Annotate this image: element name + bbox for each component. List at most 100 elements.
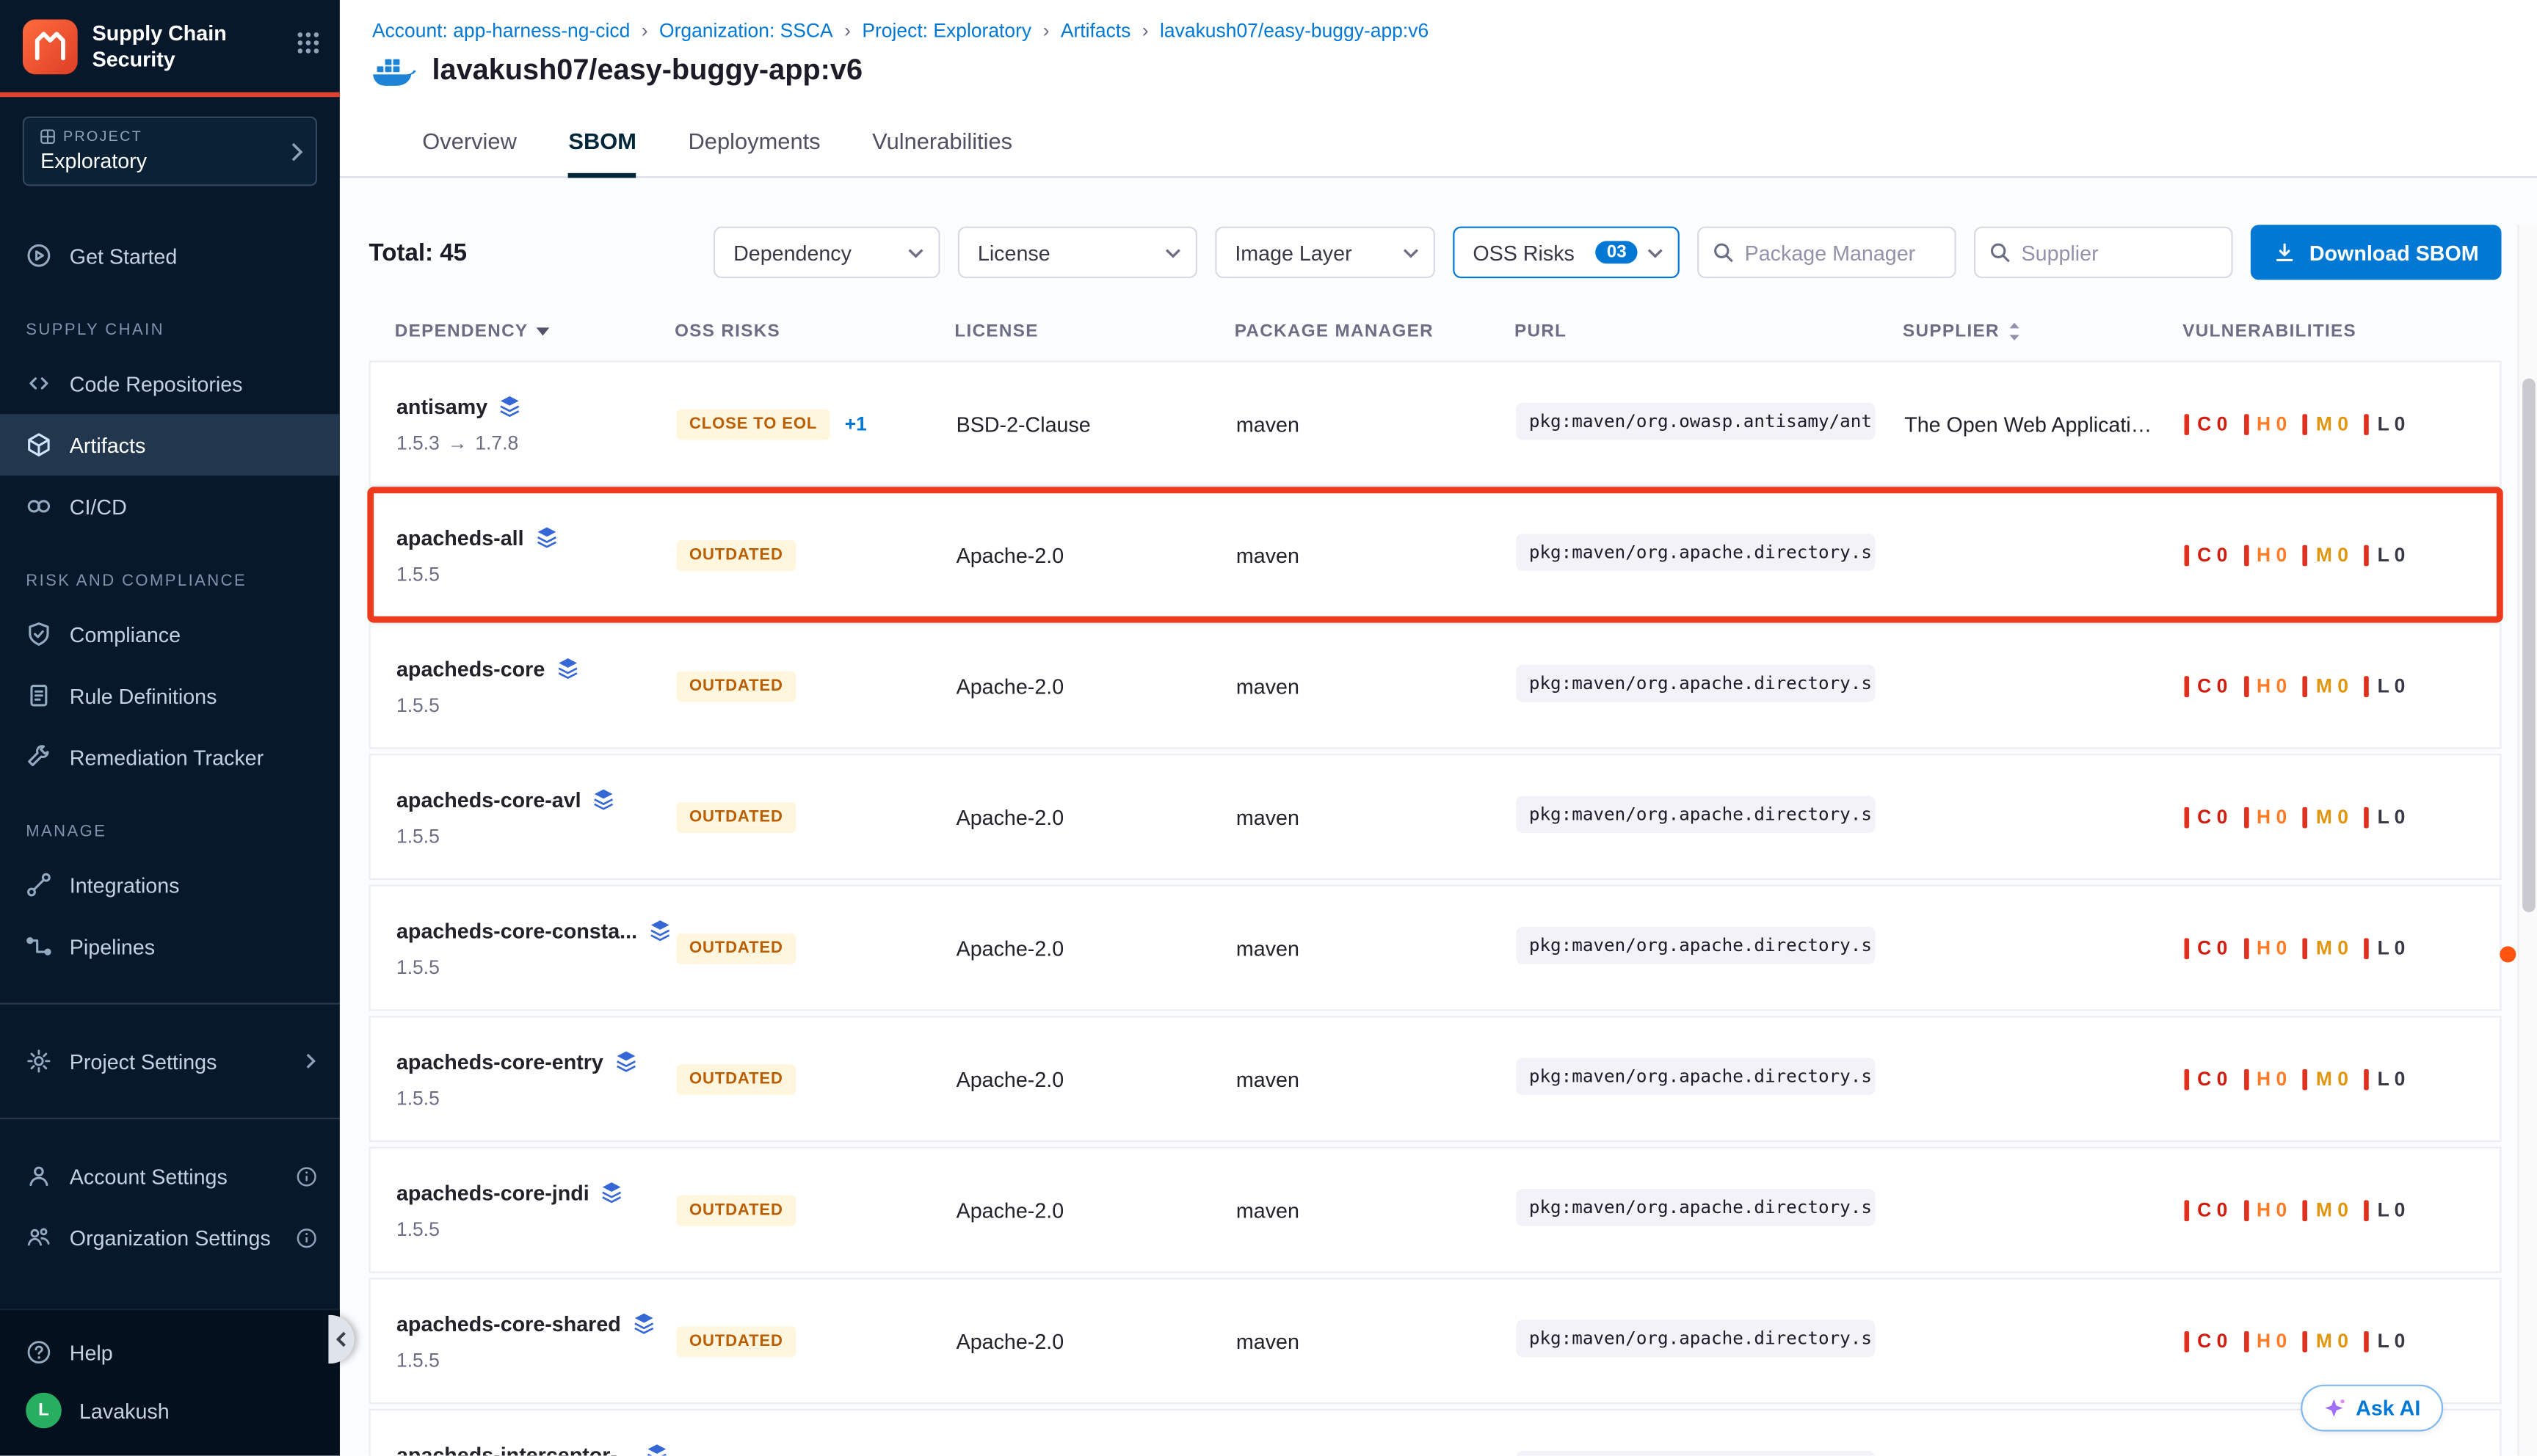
tab-vulnerabilities[interactable]: Vulnerabilities — [872, 103, 1012, 178]
ask-ai-button[interactable]: Ask AI — [2301, 1385, 2443, 1432]
sidebar-item-organization-settings[interactable]: Organization Settings — [0, 1206, 340, 1268]
table-row[interactable]: apacheds-core-consta... 1.5.5 OUTDATED A… — [369, 885, 2502, 1011]
version-arrow: → — [448, 431, 467, 454]
tab-bar: Overview SBOM Deployments Vulnerabilitie… — [340, 103, 2537, 178]
oss-risk-cell: OUTDATED — [676, 801, 956, 832]
app-switcher-icon[interactable] — [296, 30, 320, 54]
sparkle-icon — [2323, 1397, 2346, 1419]
sidebar-item-label: Remediation Tracker — [70, 745, 264, 769]
layers-icon[interactable] — [614, 1049, 637, 1072]
notification-dot[interactable] — [2500, 946, 2516, 962]
layers-icon[interactable] — [600, 1181, 623, 1204]
sort-desc-icon — [536, 327, 551, 336]
purl-value[interactable]: pkg:maven/org.apache.directory.s... — [1516, 796, 1875, 833]
table-row[interactable]: apacheds-interceptor-... 1.5.5 OUTDATED … — [369, 1409, 2502, 1456]
user-menu[interactable]: L Lavakush — [0, 1381, 340, 1439]
scrollbar-thumb[interactable] — [2522, 379, 2536, 912]
oss-risk-cell: OUTDATED — [676, 539, 956, 570]
oss-risk-badge: OUTDATED — [676, 1063, 796, 1094]
sidebar-item-artifacts[interactable]: Artifacts — [0, 414, 340, 476]
critical-count: C 0 — [2185, 544, 2228, 567]
dependency-cell: apacheds-core-consta... 1.5.5 — [396, 918, 676, 978]
tab-deployments[interactable]: Deployments — [689, 103, 821, 178]
app-title: Supply Chain Security — [92, 21, 248, 73]
column-dependency[interactable]: DEPENDENCY — [395, 322, 675, 341]
license-filter-dropdown[interactable]: License — [958, 227, 1197, 279]
tab-sbom[interactable]: SBOM — [568, 103, 636, 178]
critical-count: C 0 — [2185, 936, 2228, 959]
table-row[interactable]: apacheds-core-jndi 1.5.5 OUTDATED Apache… — [369, 1147, 2502, 1273]
sidebar-item-account-settings[interactable]: Account Settings — [0, 1145, 340, 1206]
purl-cell: pkg:maven/org.apache.directory.s... — [1516, 796, 1904, 837]
image-layer-filter-dropdown[interactable]: Image Layer — [1216, 227, 1436, 279]
dependency-version: 1.5.5 — [396, 824, 676, 847]
vulnerabilities-cell: C 0 H 0 M 0 L 0 — [2185, 1198, 2500, 1221]
severity-bar — [2185, 545, 2190, 566]
breadcrumb-artifact-name[interactable]: lavakush07/easy-buggy-app:v6 — [1160, 19, 1429, 42]
license-cell: Apache-2.0 — [957, 805, 1236, 829]
table-row[interactable]: apacheds-core-shared 1.5.5 OUTDATED Apac… — [369, 1278, 2502, 1404]
oss-risk-badge: CLOSE TO EOL — [676, 409, 830, 440]
breadcrumb-organization[interactable]: Organization: SSCA — [659, 19, 833, 42]
low-count: L 0 — [2364, 412, 2405, 435]
sidebar: Supply Chain Security PROJECT Explorator… — [0, 0, 340, 1456]
layers-icon[interactable] — [499, 395, 522, 418]
layers-icon[interactable] — [592, 787, 615, 810]
purl-cell: pkg:maven/org.apache.directory.s... — [1516, 665, 1904, 707]
purl-value[interactable]: pkg:maven/org.owasp.antisamy/ant... — [1516, 403, 1875, 440]
project-selector[interactable]: PROJECT Exploratory — [23, 117, 317, 186]
sidebar-item-remediation-tracker[interactable]: Remediation Tracker — [0, 727, 340, 788]
page-title: lavakush07/easy-buggy-app:v6 — [432, 54, 863, 87]
package-manager-search-input[interactable] — [1745, 240, 1942, 264]
table-row[interactable]: apacheds-core 1.5.5 OUTDATED Apache-2.0 … — [369, 623, 2502, 749]
purl-cell: pkg:maven/org.apache.directory.s... — [1516, 1189, 1904, 1231]
sidebar-item-cicd[interactable]: CI/CD — [0, 476, 340, 537]
layers-icon[interactable] — [648, 919, 671, 942]
risk-extra-count[interactable]: +1 — [845, 412, 867, 435]
chevron-down-icon — [908, 247, 924, 258]
purl-value[interactable]: pkg:maven/org.apache.directory.s... — [1516, 534, 1875, 571]
layers-icon[interactable] — [556, 657, 579, 680]
table-row[interactable]: apacheds-core-entry 1.5.5 OUTDATED Apach… — [369, 1016, 2502, 1142]
medium-count: M 0 — [2303, 1330, 2348, 1353]
table-row[interactable]: antisamy 1.5.3 → 1.7.8 CLOSE TO EOL +1 B… — [369, 361, 2502, 487]
vulnerabilities-cell: C 0 H 0 M 0 L 0 — [2185, 936, 2500, 959]
breadcrumb-account[interactable]: Account: app-harness-ng-cicd — [372, 19, 630, 42]
help-button[interactable]: Help — [0, 1323, 340, 1381]
table-row[interactable]: apacheds-core-avl 1.5.5 OUTDATED Apache-… — [369, 754, 2502, 880]
layers-icon[interactable] — [632, 1312, 655, 1335]
sidebar-item-compliance[interactable]: Compliance — [0, 603, 340, 665]
table-row[interactable]: apacheds-all 1.5.5 OUTDATED Apache-2.0 m… — [369, 492, 2502, 618]
purl-value[interactable]: pkg:maven/org.apache.directory.s... — [1516, 1451, 1875, 1456]
tab-overview[interactable]: Overview — [422, 103, 517, 178]
sidebar-item-project-settings[interactable]: Project Settings — [0, 1030, 340, 1092]
gear-icon — [26, 1048, 51, 1074]
purl-value[interactable]: pkg:maven/org.apache.directory.s... — [1516, 1058, 1875, 1095]
oss-risks-filter-dropdown[interactable]: OSS Risks 03 — [1453, 227, 1680, 279]
dependency-filter-dropdown[interactable]: Dependency — [714, 227, 941, 279]
project-name: Exploratory — [40, 149, 277, 173]
layers-icon[interactable] — [646, 1443, 669, 1456]
purl-value[interactable]: pkg:maven/org.apache.directory.s... — [1516, 1320, 1875, 1358]
chevron-down-icon — [1647, 247, 1663, 258]
sidebar-item-get-started[interactable]: Get Started — [0, 225, 340, 286]
sidebar-item-integrations[interactable]: Integrations — [0, 854, 340, 916]
purl-value[interactable]: pkg:maven/org.apache.directory.s... — [1516, 665, 1875, 702]
sidebar-item-code-repositories[interactable]: Code Repositories — [0, 352, 340, 414]
purl-value[interactable]: pkg:maven/org.apache.directory.s... — [1516, 1189, 1875, 1226]
breadcrumb-project[interactable]: Project: Exploratory — [862, 19, 1031, 42]
low-count: L 0 — [2364, 1330, 2405, 1353]
sidebar-item-pipelines[interactable]: Pipelines — [0, 916, 340, 978]
package-manager-cell: maven — [1236, 412, 1516, 436]
column-supplier[interactable]: SUPPLIER — [1903, 322, 2182, 341]
vertical-scrollbar[interactable] — [2518, 225, 2537, 1455]
supplier-search-input[interactable] — [2022, 240, 2219, 264]
download-sbom-button[interactable]: Download SBOM — [2251, 225, 2501, 280]
purl-cell: pkg:maven/org.apache.directory.s... — [1516, 534, 1904, 575]
breadcrumb-artifacts[interactable]: Artifacts — [1061, 19, 1131, 42]
search-icon — [1989, 241, 2011, 263]
sidebar-item-rule-definitions[interactable]: Rule Definitions — [0, 665, 340, 727]
layers-icon[interactable] — [535, 525, 558, 548]
severity-bar — [2303, 545, 2308, 566]
purl-value[interactable]: pkg:maven/org.apache.directory.s... — [1516, 927, 1875, 964]
